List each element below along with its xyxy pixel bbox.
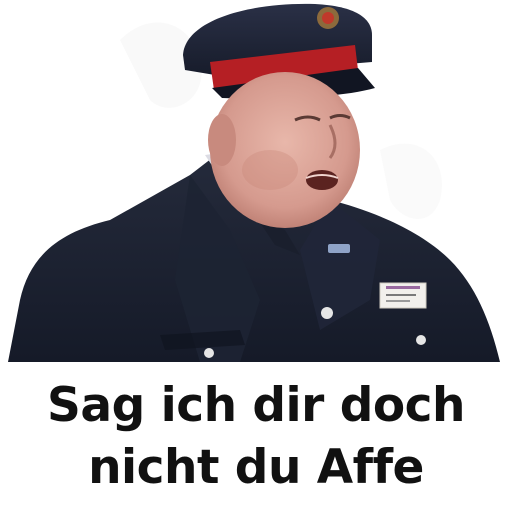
meme-caption: Sag ich dir doch nicht du Affe [0, 362, 512, 512]
caption-line-2: nicht du Affe [88, 440, 424, 495]
coat-button [416, 335, 426, 345]
conductor-photo [0, 0, 512, 362]
coat-button [204, 348, 214, 358]
caption-line-1: Sag ich dir doch [47, 378, 465, 433]
meme-sticker: Sag ich dir doch nicht du Affe [0, 0, 512, 512]
collar-badge [328, 244, 350, 253]
open-mouth [306, 170, 338, 190]
coat-button [321, 307, 333, 319]
name-badge [379, 282, 427, 309]
